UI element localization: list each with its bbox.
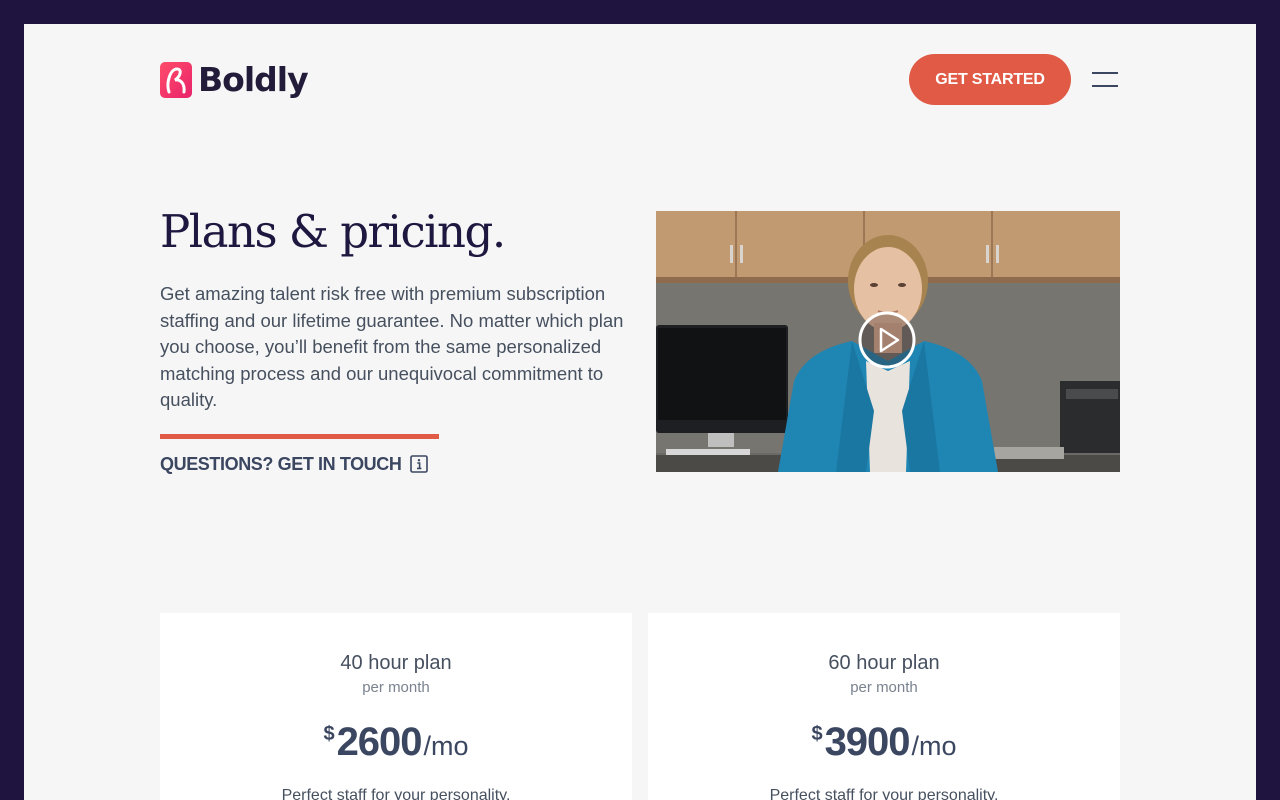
page-title: Plans & pricing. [160,205,506,258]
price-currency: $ [323,723,335,745]
plan-name: 40 hour plan [340,652,452,674]
plan-price: $ 2600 /mo [160,717,632,767]
price-unit: /mo [911,731,957,761]
logo[interactable]: Boldly [160,60,309,100]
plan-tagline: Perfect staff for your personality. [281,787,511,800]
logo-text: Boldly [198,60,309,99]
contact-link-label: QUESTIONS? GET IN TOUCH [160,453,402,474]
plan-card-40-hour[interactable]: 40 hour plan per month $ 2600 /mo Perfec… [160,613,632,800]
price-amount: 2600 [336,720,423,764]
plan-name: 60 hour plan [828,652,940,674]
boldly-logo-icon [160,62,192,98]
plan-period: per month [362,679,430,696]
price-amount: 3900 [824,720,911,764]
plan-card-60-hour[interactable]: 60 hour plan per month $ 3900 /mo Perfec… [648,613,1120,800]
plan-price: $ 3900 /mo [648,717,1120,767]
video-player[interactable] [656,211,1120,472]
intro-paragraph: Get amazing talent risk free with premiu… [160,283,624,410]
price-currency: $ [811,723,823,745]
info-icon [410,455,429,473]
contact-link[interactable]: QUESTIONS? GET IN TOUCH [160,452,429,476]
menu-line [1092,72,1118,74]
page: Boldly GET STARTED Plans & pricing. Get … [24,24,1256,800]
get-started-button[interactable]: GET STARTED [909,54,1071,105]
plan-tagline: Perfect staff for your personality. [769,787,999,800]
menu-line [1092,85,1118,87]
plan-period: per month [850,679,918,696]
accent-divider [160,434,439,439]
play-icon[interactable] [858,311,916,369]
price-unit: /mo [423,731,469,761]
hamburger-menu-icon[interactable] [1090,68,1120,92]
